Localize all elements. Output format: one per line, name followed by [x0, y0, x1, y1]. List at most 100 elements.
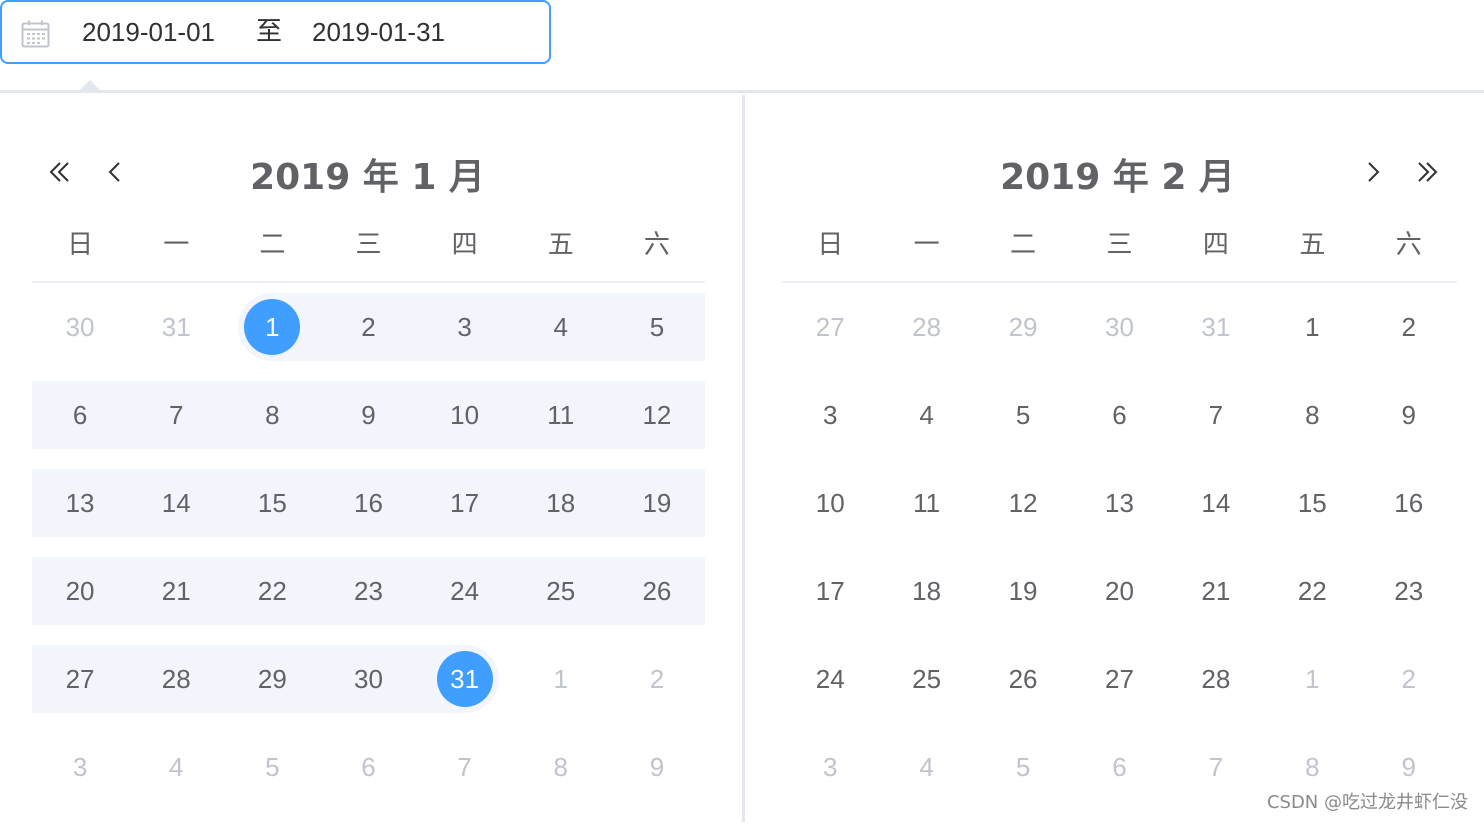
day-number[interactable]: 9: [1381, 739, 1437, 795]
day-cell[interactable]: 17: [417, 459, 513, 547]
day-cell[interactable]: 18: [513, 459, 609, 547]
day-cell[interactable]: 3: [417, 283, 513, 371]
day-number[interactable]: 5: [244, 739, 300, 795]
day-cell[interactable]: 7: [128, 371, 224, 459]
day-number[interactable]: 27: [52, 651, 108, 707]
day-number[interactable]: 29: [244, 651, 300, 707]
day-number[interactable]: 16: [340, 475, 396, 531]
day-cell[interactable]: 6: [1071, 371, 1167, 459]
start-date-input[interactable]: 2019-01-01: [82, 2, 215, 62]
day-number[interactable]: 24: [437, 563, 493, 619]
day-number[interactable]: 2: [629, 651, 685, 707]
day-cell[interactable]: 29: [224, 635, 320, 723]
day-number[interactable]: 5: [995, 387, 1051, 443]
day-number[interactable]: 1: [533, 651, 589, 707]
day-number[interactable]: 2: [1381, 299, 1437, 355]
day-cell[interactable]: 11: [878, 459, 974, 547]
day-cell[interactable]: 4: [513, 283, 609, 371]
day-number[interactable]: 12: [629, 387, 685, 443]
day-number[interactable]: 12: [995, 475, 1051, 531]
day-number[interactable]: 27: [1091, 651, 1147, 707]
day-cell[interactable]: 4: [878, 371, 974, 459]
day-number[interactable]: 7: [1188, 387, 1244, 443]
day-number[interactable]: 31: [1188, 299, 1244, 355]
day-number[interactable]: 19: [995, 563, 1051, 619]
day-number[interactable]: 29: [995, 299, 1051, 355]
day-cell[interactable]: 8: [513, 723, 609, 811]
day-cell[interactable]: 13: [32, 459, 128, 547]
day-number[interactable]: 11: [899, 475, 955, 531]
day-number[interactable]: 23: [340, 563, 396, 619]
day-cell[interactable]: 8: [1264, 371, 1360, 459]
day-cell[interactable]: 6: [320, 723, 416, 811]
day-number[interactable]: 30: [52, 299, 108, 355]
day-cell[interactable]: 21: [128, 547, 224, 635]
day-cell[interactable]: 28: [128, 635, 224, 723]
day-cell[interactable]: 6: [1071, 723, 1167, 811]
day-number[interactable]: 6: [1091, 387, 1147, 443]
day-cell[interactable]: 15: [224, 459, 320, 547]
day-number[interactable]: 31: [148, 299, 204, 355]
day-cell[interactable]: 10: [782, 459, 878, 547]
day-number[interactable]: 1: [1284, 651, 1340, 707]
day-number[interactable]: 13: [52, 475, 108, 531]
date-range-input[interactable]: 2019-01-01 至 2019-01-31: [0, 0, 551, 64]
day-cell[interactable]: 11: [513, 371, 609, 459]
day-number[interactable]: 21: [1188, 563, 1244, 619]
day-number[interactable]: 7: [437, 739, 493, 795]
day-number[interactable]: 23: [1381, 563, 1437, 619]
day-cell[interactable]: 1: [513, 635, 609, 723]
day-number[interactable]: 8: [533, 739, 589, 795]
day-number[interactable]: 10: [802, 475, 858, 531]
day-number[interactable]: 28: [148, 651, 204, 707]
next-month-button[interactable]: [1356, 155, 1390, 189]
end-date-input[interactable]: 2019-01-31: [312, 2, 445, 62]
day-cell[interactable]: 7: [1168, 723, 1264, 811]
day-cell[interactable]: 8: [224, 371, 320, 459]
day-cell[interactable]: 10: [417, 371, 513, 459]
day-number[interactable]: 10: [437, 387, 493, 443]
day-cell[interactable]: 30: [32, 283, 128, 371]
day-cell[interactable]: 2: [609, 635, 705, 723]
day-number[interactable]: 2: [340, 299, 396, 355]
day-cell[interactable]: 19: [609, 459, 705, 547]
day-cell[interactable]: 9: [320, 371, 416, 459]
day-number[interactable]: 7: [148, 387, 204, 443]
day-number[interactable]: 26: [995, 651, 1051, 707]
day-cell[interactable]: 1: [224, 283, 320, 371]
day-cell[interactable]: 25: [513, 547, 609, 635]
day-number[interactable]: 3: [802, 387, 858, 443]
day-number[interactable]: 9: [1381, 387, 1437, 443]
day-number[interactable]: 9: [629, 739, 685, 795]
day-number[interactable]: 4: [533, 299, 589, 355]
day-cell[interactable]: 16: [320, 459, 416, 547]
day-number[interactable]: 3: [802, 739, 858, 795]
day-cell[interactable]: 29: [975, 283, 1071, 371]
day-number[interactable]: 27: [802, 299, 858, 355]
day-cell[interactable]: 3: [782, 371, 878, 459]
day-number[interactable]: 21: [148, 563, 204, 619]
day-number[interactable]: 17: [802, 563, 858, 619]
day-number[interactable]: 4: [148, 739, 204, 795]
day-cell[interactable]: 2: [320, 283, 416, 371]
day-number[interactable]: 8: [244, 387, 300, 443]
day-number[interactable]: 24: [802, 651, 858, 707]
day-number[interactable]: 30: [1091, 299, 1147, 355]
day-number[interactable]: 2: [1381, 651, 1437, 707]
day-cell[interactable]: 24: [417, 547, 513, 635]
day-cell[interactable]: 26: [609, 547, 705, 635]
day-cell[interactable]: 1: [1264, 283, 1360, 371]
day-number[interactable]: 18: [533, 475, 589, 531]
day-number[interactable]: 1: [1284, 299, 1340, 355]
day-cell[interactable]: 23: [1361, 547, 1457, 635]
selected-day[interactable]: 31: [437, 651, 493, 707]
day-cell[interactable]: 27: [1071, 635, 1167, 723]
day-cell[interactable]: 26: [975, 635, 1071, 723]
day-cell[interactable]: 22: [224, 547, 320, 635]
day-cell[interactable]: 7: [1168, 371, 1264, 459]
day-number[interactable]: 11: [533, 387, 589, 443]
day-number[interactable]: 25: [533, 563, 589, 619]
day-cell[interactable]: 31: [128, 283, 224, 371]
day-number[interactable]: 25: [899, 651, 955, 707]
day-number[interactable]: 14: [1188, 475, 1244, 531]
